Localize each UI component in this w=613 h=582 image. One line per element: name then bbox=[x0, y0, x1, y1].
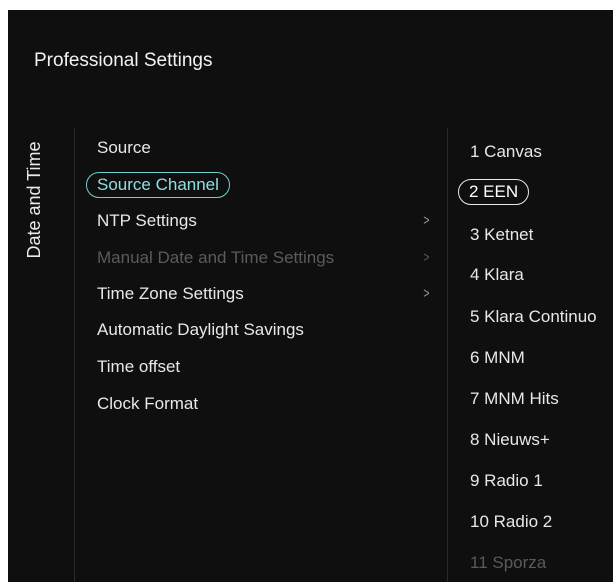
menu-item-time-offset[interactable]: Time offset bbox=[84, 352, 444, 382]
divider-right bbox=[447, 128, 448, 582]
menu-item-clock-format[interactable]: Clock Format bbox=[84, 389, 444, 419]
chevron-right-icon: > bbox=[423, 249, 430, 266]
menu-item-label: NTP Settings bbox=[97, 211, 197, 230]
channel-label: 11 Sporza bbox=[470, 553, 547, 572]
menu-item-time-zone[interactable]: Time Zone Settings > bbox=[84, 279, 444, 309]
menu-item-source[interactable]: Source bbox=[84, 133, 444, 163]
menu-item-label: Time offset bbox=[97, 357, 181, 376]
menu-item-label: Source bbox=[97, 138, 151, 157]
channel-label: 5 Klara Continuo bbox=[470, 307, 597, 326]
channel-label: 10 Radio 2 bbox=[470, 512, 553, 531]
menu-item-label: Time Zone Settings bbox=[97, 284, 244, 303]
menu-item-source-channel[interactable]: Source Channel bbox=[84, 170, 444, 200]
divider-left bbox=[74, 128, 75, 582]
menu-item-label: Clock Format bbox=[97, 394, 199, 413]
menu-item-manual-date-time: Manual Date and Time Settings > bbox=[84, 243, 444, 273]
chevron-right-icon: > bbox=[423, 212, 430, 229]
channel-label: 2 EEN bbox=[458, 179, 530, 205]
menu-item-label: Automatic Daylight Savings bbox=[97, 320, 304, 339]
channel-label: 1 Canvas bbox=[470, 142, 542, 161]
menu-item-daylight-savings[interactable]: Automatic Daylight Savings bbox=[84, 315, 444, 345]
tv-settings-screen: Professional Settings Date and Time Sour… bbox=[8, 10, 613, 582]
menu-item-label: Manual Date and Time Settings bbox=[97, 248, 335, 267]
channel-label: 3 Ketnet bbox=[470, 225, 534, 244]
channel-label: 9 Radio 1 bbox=[470, 471, 543, 490]
page-title: Professional Settings bbox=[34, 50, 213, 71]
channel-label: 8 Nieuws+ bbox=[470, 430, 550, 449]
channel-label: 7 MNM Hits bbox=[470, 389, 559, 408]
channel-label: 4 Klara bbox=[470, 265, 524, 284]
channel-label: 6 MNM bbox=[470, 348, 525, 367]
chevron-right-icon: > bbox=[423, 285, 430, 302]
menu-item-label: Source Channel bbox=[86, 172, 230, 198]
menu-item-ntp-settings[interactable]: NTP Settings > bbox=[84, 206, 444, 236]
section-label: Date and Time bbox=[24, 141, 44, 259]
